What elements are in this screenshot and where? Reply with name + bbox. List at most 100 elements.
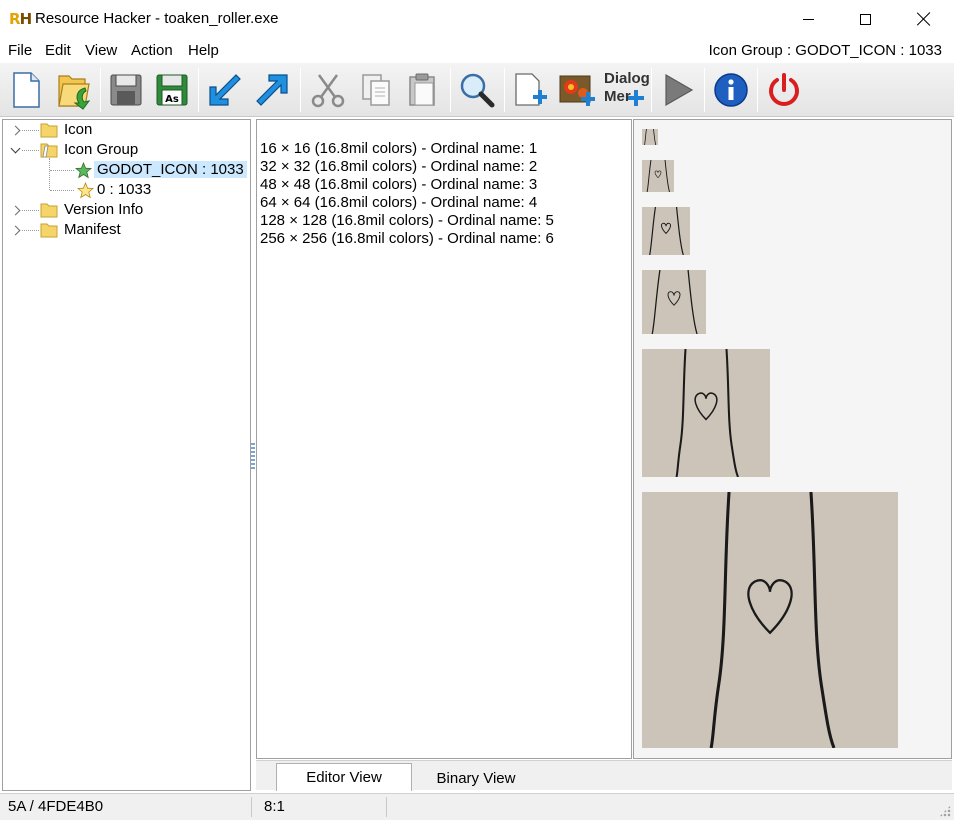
arrow-up-right-icon bbox=[256, 74, 288, 106]
icon-preview-256 bbox=[642, 492, 898, 748]
green-star-icon bbox=[75, 162, 92, 179]
icon-preview-panel bbox=[633, 119, 952, 759]
expand-icon-toggle[interactable] bbox=[11, 126, 21, 136]
toolbar-separator bbox=[651, 68, 652, 112]
tab-binary-view[interactable]: Binary View bbox=[412, 765, 540, 791]
menu-edit[interactable]: Edit bbox=[45, 42, 71, 59]
minimize-button[interactable] bbox=[779, 0, 837, 38]
window-title: Resource Hacker - toaken_roller.exe bbox=[35, 10, 279, 27]
dialog-menu-label-top: Dialog bbox=[604, 70, 650, 87]
save-as-button[interactable]: As bbox=[150, 68, 194, 112]
tree-item-godot-icon[interactable]: GODOT_ICON : 1033 bbox=[94, 161, 247, 178]
info-icon bbox=[714, 73, 748, 107]
add-image-resource-button[interactable] bbox=[555, 68, 599, 112]
view-tabs: Editor View Binary View bbox=[256, 760, 952, 791]
status-address: 5A / 4FDE4B0 bbox=[8, 798, 104, 815]
icon-preview-64 bbox=[642, 270, 706, 334]
new-file-button[interactable] bbox=[4, 68, 48, 112]
icon-entry-32: 32 × 32 (16.8mil colors) - Ordinal name:… bbox=[260, 158, 538, 175]
import-button[interactable] bbox=[203, 68, 247, 112]
power-icon bbox=[769, 73, 799, 106]
add-image-resource-icon bbox=[559, 75, 595, 106]
toolbar-separator bbox=[704, 68, 705, 112]
icon-preview-32 bbox=[642, 160, 674, 192]
about-button[interactable] bbox=[709, 68, 753, 112]
magnifier-icon bbox=[460, 73, 495, 108]
status-cursor: 8:1 bbox=[264, 798, 285, 815]
tab-editor-view[interactable]: Editor View bbox=[276, 763, 412, 791]
resource-hacker-logo-icon: RH bbox=[9, 10, 32, 28]
exit-button[interactable] bbox=[762, 68, 806, 112]
open-file-button[interactable] bbox=[52, 68, 96, 112]
resize-grip-icon[interactable] bbox=[939, 805, 951, 817]
yellow-star-icon bbox=[77, 182, 94, 199]
expand-manifest-toggle[interactable] bbox=[11, 226, 21, 236]
save-disk-icon bbox=[110, 74, 142, 106]
selected-resource-status: Icon Group : GODOT_ICON : 1033 bbox=[708, 42, 942, 59]
status-divider bbox=[251, 797, 252, 817]
menu-help[interactable]: Help bbox=[188, 42, 219, 59]
new-file-icon bbox=[13, 72, 40, 108]
collapse-icon-group-toggle[interactable] bbox=[11, 146, 21, 156]
arrow-down-left-icon bbox=[209, 74, 241, 106]
tree-connector bbox=[22, 230, 39, 231]
toolbar-separator bbox=[504, 68, 505, 112]
svg-text:As: As bbox=[165, 94, 179, 105]
toolbar-separator bbox=[198, 68, 199, 112]
save-button[interactable] bbox=[104, 68, 148, 112]
tree-item-manifest[interactable]: Manifest bbox=[64, 221, 121, 238]
icon-entry-48: 48 × 48 (16.8mil colors) - Ordinal name:… bbox=[260, 176, 538, 193]
status-bar: 5A / 4FDE4B0 8:1 bbox=[0, 793, 954, 820]
tree-item-icon[interactable]: Icon bbox=[64, 121, 92, 138]
icon-entry-256: 256 × 256 (16.8mil colors) - Ordinal nam… bbox=[260, 230, 554, 247]
open-folder-icon bbox=[40, 143, 58, 158]
add-blank-resource-icon bbox=[515, 73, 547, 106]
resource-tree[interactable]: Icon Icon Group GODOT_ICON : 1033 0 : 10… bbox=[2, 119, 251, 791]
tree-connector bbox=[49, 158, 50, 190]
toolbar: As Dialog Mer bbox=[0, 63, 954, 117]
toolbar-separator bbox=[450, 68, 451, 112]
plus-icon bbox=[628, 90, 644, 106]
paste-button[interactable] bbox=[400, 68, 444, 112]
title-bar: RH Resource Hacker - toaken_roller.exe bbox=[0, 0, 954, 38]
copy-button[interactable] bbox=[354, 68, 398, 112]
add-dialog-menu-button[interactable]: Dialog Mer bbox=[600, 68, 650, 112]
tree-item-version-info[interactable]: Version Info bbox=[64, 201, 143, 218]
tree-item-icon-group[interactable]: Icon Group bbox=[64, 141, 138, 158]
copy-icon bbox=[362, 74, 390, 106]
tree-connector bbox=[22, 210, 39, 211]
maximize-button[interactable] bbox=[836, 0, 894, 38]
dialog-menu-label-bottom: Mer bbox=[604, 88, 631, 105]
folder-icon bbox=[40, 223, 58, 238]
folder-icon bbox=[40, 203, 58, 218]
folder-icon bbox=[40, 123, 58, 138]
toolbar-separator bbox=[757, 68, 758, 112]
minimize-icon bbox=[802, 18, 814, 20]
tree-item-language-1033[interactable]: 0 : 1033 bbox=[97, 181, 151, 198]
icon-entry-64: 64 × 64 (16.8mil colors) - Ordinal name:… bbox=[260, 194, 538, 211]
icon-group-entries[interactable]: 16 × 16 (16.8mil colors) - Ordinal name:… bbox=[256, 119, 632, 759]
expand-version-info-toggle[interactable] bbox=[11, 206, 21, 216]
compile-script-button[interactable] bbox=[656, 68, 700, 112]
add-blank-resource-button[interactable] bbox=[508, 68, 552, 112]
toolbar-separator bbox=[300, 68, 301, 112]
menu-action[interactable]: Action bbox=[131, 42, 173, 59]
menu-file[interactable]: File bbox=[8, 42, 32, 59]
icon-entry-16: 16 × 16 (16.8mil colors) - Ordinal name:… bbox=[260, 140, 538, 157]
close-button[interactable] bbox=[895, 0, 953, 38]
menu-bar: File Edit View Action Help Icon Group : … bbox=[0, 38, 954, 62]
toolbar-separator bbox=[100, 68, 101, 112]
menu-view[interactable]: View bbox=[85, 42, 117, 59]
close-icon bbox=[917, 12, 931, 26]
find-button[interactable] bbox=[455, 68, 499, 112]
tree-connector bbox=[50, 170, 74, 171]
icon-preview-128 bbox=[642, 349, 770, 477]
maximize-icon bbox=[859, 13, 871, 25]
icon-entry-128: 128 × 128 (16.8mil colors) - Ordinal nam… bbox=[260, 212, 554, 229]
cut-button[interactable] bbox=[306, 68, 350, 112]
paste-clipboard-icon bbox=[409, 73, 435, 106]
tree-connector bbox=[50, 190, 74, 191]
export-button[interactable] bbox=[250, 68, 294, 112]
save-as-disk-icon: As bbox=[156, 74, 188, 106]
panel-splitter-handle[interactable] bbox=[251, 443, 255, 471]
